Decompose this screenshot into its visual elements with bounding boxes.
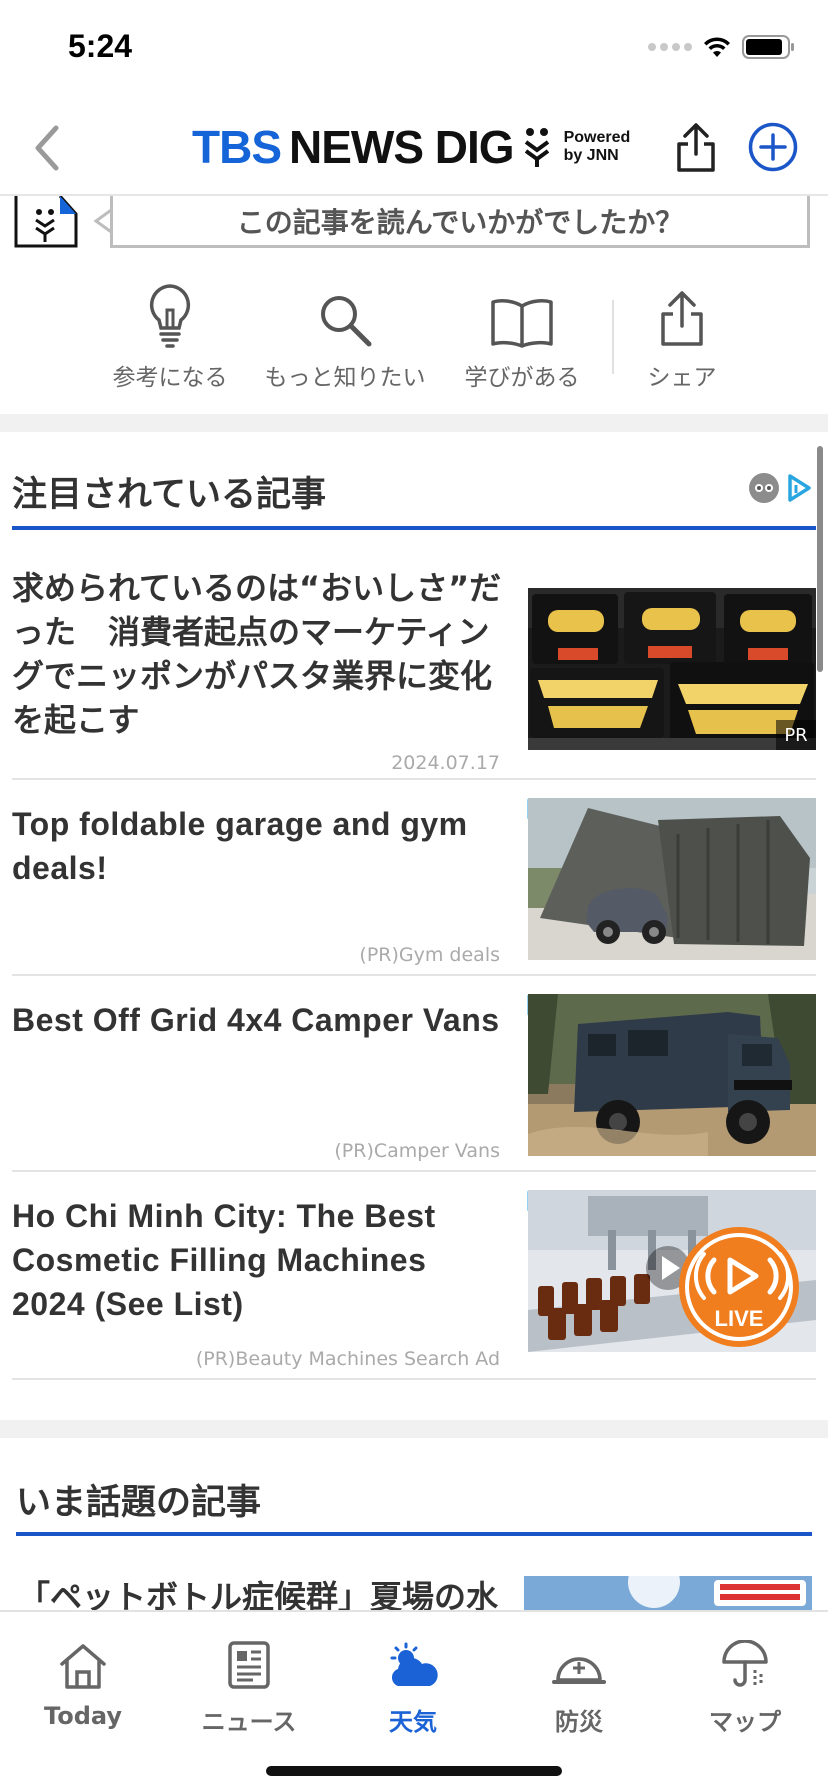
powered-line-2: by JNN bbox=[563, 147, 619, 164]
article-source: (PR)Gym deals bbox=[359, 944, 500, 966]
status-time: 5:24 bbox=[68, 28, 133, 64]
share-button[interactable] bbox=[672, 120, 720, 176]
tab-disaster-prevention[interactable]: 防災 bbox=[504, 1628, 654, 1737]
tab-map[interactable]: マップ bbox=[670, 1628, 820, 1737]
pasta-product-image bbox=[528, 588, 816, 750]
section-title: いま話題の記事 bbox=[16, 1483, 262, 1523]
article-title[interactable]: Top foldable garage and gym deals! bbox=[12, 802, 502, 890]
ad-privacy-icon bbox=[749, 473, 779, 503]
live-stream-button[interactable]: LIVE bbox=[676, 1224, 802, 1350]
tab-label: マップ bbox=[709, 1708, 781, 1736]
article-item[interactable]: Best Off Grid 4x4 Camper Vans (PR)Camper… bbox=[12, 978, 816, 1172]
umbrella-map-icon bbox=[722, 1640, 768, 1687]
home-icon bbox=[60, 1644, 106, 1689]
tab-today[interactable]: Today bbox=[8, 1628, 158, 1730]
tab-bar: Today ニュース 天気 防災 マップ bbox=[0, 1610, 828, 1792]
reaction-learning-button[interactable]: 学びがある bbox=[432, 278, 612, 392]
powered-line-1: Powered bbox=[563, 129, 631, 146]
article-thumbnail[interactable]: PR bbox=[528, 588, 816, 750]
article-thumbnail[interactable] bbox=[528, 994, 816, 1156]
search-icon bbox=[321, 296, 372, 347]
battery-icon bbox=[742, 35, 794, 59]
reaction-label: 学びがある bbox=[464, 365, 580, 391]
logo-tbs: TBS bbox=[192, 121, 282, 173]
tab-news[interactable]: ニュース bbox=[174, 1628, 324, 1737]
status-indicators bbox=[648, 34, 796, 60]
article-date: 2024.07.17 bbox=[391, 752, 500, 774]
tab-label: 防災 bbox=[555, 1708, 603, 1736]
article-item[interactable]: 求められているのは“おいしさ”だった 消費者起点のマーケティングでニッポンがパス… bbox=[12, 566, 816, 780]
reaction-want-more-button[interactable]: もっと知りたい bbox=[255, 278, 435, 392]
article-item[interactable]: Top foldable garage and gym deals! (PR)G… bbox=[12, 782, 816, 976]
article-thumbnail[interactable] bbox=[528, 798, 816, 960]
article-source: (PR)Beauty Machines Search Ad bbox=[195, 1348, 500, 1370]
app-logo: TBS NEWS DIG Powered by JNN bbox=[192, 120, 630, 174]
reaction-helpful-button[interactable]: 参考になる bbox=[80, 278, 260, 392]
article-source: (PR)Camper Vans bbox=[334, 1140, 500, 1162]
ad-choices[interactable] bbox=[748, 472, 812, 504]
logo-mascot-icon bbox=[524, 128, 549, 167]
share-icon bbox=[661, 291, 703, 346]
lightbulb-icon bbox=[149, 284, 191, 348]
adchoices-icon bbox=[788, 474, 811, 502]
reaction-label: シェア bbox=[647, 365, 717, 391]
helmet-icon bbox=[552, 1657, 606, 1684]
tab-label: ニュース bbox=[201, 1708, 297, 1736]
app-header: TBS NEWS DIG Powered by JNN bbox=[0, 100, 828, 196]
scrollbar[interactable] bbox=[817, 446, 823, 672]
garage-image bbox=[528, 798, 816, 960]
back-button[interactable] bbox=[26, 120, 70, 176]
feedback-question: この記事を読んでいかがでしたか？ bbox=[110, 196, 810, 248]
tab-label: Today bbox=[44, 1702, 122, 1730]
section-underline bbox=[16, 1532, 812, 1536]
section-underline bbox=[12, 526, 816, 530]
feedback-section: この記事を読んでいかがでしたか？ 参考になる もっと知りたい 学びがある シェア bbox=[0, 196, 828, 414]
reaction-row: 参考になる もっと知りたい 学びがある シェア bbox=[0, 278, 828, 398]
status-bar: 5:24 bbox=[0, 0, 828, 100]
article-title[interactable]: Best Off Grid 4x4 Camper Vans bbox=[12, 998, 502, 1042]
wifi-icon bbox=[704, 37, 730, 57]
section-title: 注目されている記事 bbox=[12, 475, 326, 515]
trend-thumbnail-image bbox=[524, 1576, 812, 1610]
add-button[interactable] bbox=[748, 122, 798, 172]
cellular-signal-icon bbox=[648, 43, 692, 51]
tab-weather[interactable]: 天気 bbox=[338, 1628, 488, 1737]
tab-label: 天気 bbox=[389, 1708, 437, 1736]
reaction-label: もっと知りたい bbox=[264, 365, 426, 391]
logo-news-dig: NEWS DIG bbox=[289, 121, 515, 173]
section-separator bbox=[0, 1420, 828, 1438]
reaction-share-button[interactable]: シェア bbox=[592, 278, 772, 392]
camper-van-image bbox=[528, 994, 816, 1156]
home-indicator bbox=[266, 1766, 562, 1776]
article-thumbnail[interactable] bbox=[524, 1576, 812, 1610]
newspaper-icon bbox=[228, 1641, 270, 1689]
mascot-document-icon bbox=[14, 196, 78, 248]
section-separator bbox=[0, 414, 828, 432]
live-label: LIVE bbox=[715, 1306, 764, 1331]
pr-tag: PR bbox=[776, 720, 816, 750]
article-title[interactable]: Ho Chi Minh City: The Best Cosmetic Fill… bbox=[12, 1194, 502, 1326]
reaction-label: 参考になる bbox=[112, 365, 228, 391]
book-icon bbox=[491, 299, 553, 348]
weather-icon bbox=[390, 1642, 438, 1686]
article-title[interactable]: 求められているのは“おいしさ”だった 消費者起点のマーケティングでニッポンがパス… bbox=[12, 566, 502, 742]
logo-powered-by: Powered by JNN bbox=[564, 129, 631, 165]
